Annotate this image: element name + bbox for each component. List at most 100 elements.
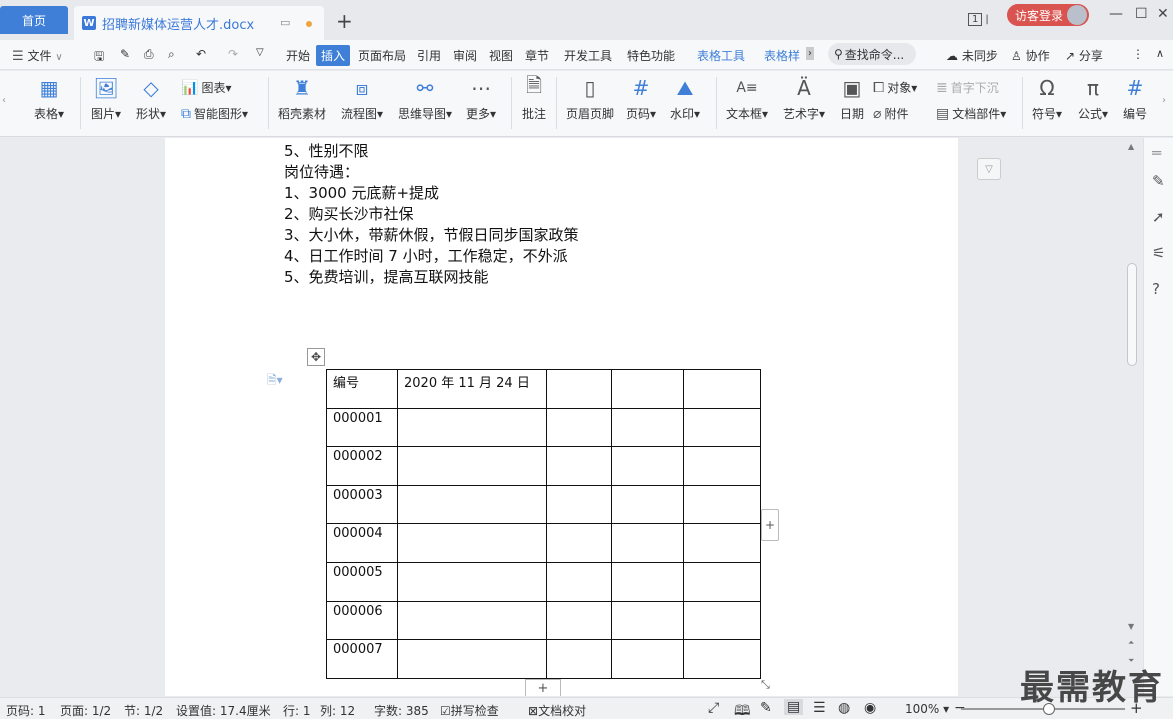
panel-handle-icon[interactable]: ═	[1152, 144, 1161, 162]
attachment-button[interactable]: ⌀ 附件	[873, 105, 908, 122]
table-cell[interactable]: 000004	[326, 523, 398, 563]
numbering-button[interactable]: # 编号	[1122, 75, 1148, 122]
object-button[interactable]: ⧠ 对象 ▾	[873, 79, 917, 96]
menu-developer[interactable]: 开发工具	[564, 47, 612, 64]
table-cell[interactable]	[683, 446, 761, 486]
eye-protection-icon[interactable]: ◉	[864, 700, 876, 716]
close-button[interactable]: ✕	[1157, 6, 1169, 22]
format-painter-icon[interactable]: ✎	[120, 47, 130, 61]
collaborate-button[interactable]: ♙ 协作	[1011, 47, 1050, 64]
table-cell[interactable]	[397, 446, 547, 486]
mindmap-button[interactable]: ⚯ 思维导图▾	[398, 75, 452, 122]
table-cell[interactable]	[683, 523, 761, 563]
collapse-panel-icon[interactable]: ▽	[977, 158, 1001, 180]
collapse-ribbon-icon[interactable]: ∧	[1156, 47, 1164, 60]
insert-shape-button[interactable]: ◇ 形状▾	[136, 75, 166, 122]
table-cell[interactable]	[397, 407, 547, 448]
table-cell[interactable]	[683, 484, 761, 525]
daoke-material-button[interactable]: ♜ 稻壳素材	[278, 75, 326, 122]
symbol-button[interactable]: Ω 符号▾	[1032, 75, 1062, 122]
table-cell[interactable]	[397, 639, 547, 679]
smart-graphic-button[interactable]: ⧉ 智能图形 ▾	[181, 105, 248, 122]
undo-icon[interactable]: ↶	[196, 47, 206, 61]
status-word-count[interactable]: 字数: 385	[374, 702, 429, 719]
file-menu[interactable]: ☰ 文件 ∨	[12, 47, 63, 64]
table-cell[interactable]	[397, 600, 547, 641]
insert-chart-button[interactable]: 📊 图表 ▾	[181, 79, 231, 96]
fullscreen-icon[interactable]: ⤢	[708, 700, 719, 716]
menu-start[interactable]: 开始	[286, 47, 310, 64]
table-cell[interactable]	[611, 407, 684, 448]
sync-status[interactable]: ☁ 未同步	[946, 47, 998, 64]
vertical-scrollbar[interactable]: ▲ ▼ ⏶ ⏷	[1125, 138, 1139, 696]
table-cell[interactable]	[397, 523, 547, 563]
adjust-sliders-icon[interactable]: ⚟	[1152, 244, 1165, 262]
table-cell[interactable]	[546, 561, 612, 602]
document-page[interactable]: 5、性别不限 岗位待遇： 1、3000 元底薪+提成 2、购买长沙市社保 3、大…	[165, 138, 958, 696]
status-page[interactable]: 页码: 1	[6, 702, 46, 719]
zoom-level[interactable]: 100% ▾	[905, 702, 949, 716]
insert-picture-button[interactable]: 🖼 图片▾	[91, 75, 121, 122]
paragraph-options-icon[interactable]: 🗎▾	[267, 371, 283, 392]
dropcap-button[interactable]: ≣ 首字下沉	[936, 79, 999, 96]
status-pages[interactable]: 页面: 1/2	[60, 702, 111, 719]
page-count-badge[interactable]: 1 |	[968, 6, 992, 32]
quick-access-dropdown-icon[interactable]: ▽	[256, 47, 264, 58]
table-cell[interactable]	[546, 600, 612, 641]
read-mode-icon[interactable]: 🕮	[734, 700, 751, 719]
table-cell[interactable]	[611, 484, 684, 525]
comment-button[interactable]: 🗎 批注	[521, 73, 547, 122]
outline-view-icon[interactable]: ☰	[813, 700, 826, 716]
table-cell[interactable]: 000005	[326, 561, 398, 602]
table-cell[interactable]	[546, 407, 612, 448]
monitor-icon[interactable]: ▭	[280, 16, 290, 29]
more-tabs-arrow-icon[interactable]: ›	[806, 47, 814, 60]
scroll-down-icon[interactable]: ▼	[1128, 622, 1134, 631]
table-cell[interactable]	[546, 523, 612, 563]
table-cell[interactable]	[683, 600, 761, 641]
more-button[interactable]: ⋯ 更多▾	[466, 75, 496, 122]
table-cell[interactable]	[611, 639, 684, 679]
table-cell[interactable]	[611, 523, 684, 563]
add-column-button[interactable]: +	[761, 509, 779, 541]
doc-proofread-button[interactable]: ⊠文档校对	[528, 702, 586, 719]
visitor-login-button[interactable]: 访客登录	[1007, 4, 1089, 26]
scroll-thumb[interactable]	[1127, 263, 1137, 366]
table-cell[interactable]: 000001	[326, 407, 398, 448]
table-cell[interactable]: 编号	[326, 369, 398, 409]
minimize-button[interactable]: —	[1109, 6, 1123, 22]
scroll-up-icon[interactable]: ▲	[1128, 142, 1134, 151]
more-options-icon[interactable]: ⋮	[1132, 47, 1144, 61]
write-mode-icon[interactable]: ✎	[760, 700, 772, 716]
wordart-button[interactable]: Ä 艺术字▾	[783, 75, 825, 122]
status-row[interactable]: 行: 1	[283, 702, 311, 719]
formula-button[interactable]: π 公式▾	[1078, 75, 1108, 122]
ribbon-scroll-left-icon[interactable]: ‹	[2, 95, 6, 106]
table-cell[interactable]	[683, 561, 761, 602]
web-view-icon[interactable]: ◍	[838, 700, 850, 716]
table-cell[interactable]	[611, 369, 684, 409]
table-cell[interactable]	[546, 446, 612, 486]
status-section[interactable]: 节: 1/2	[124, 702, 163, 719]
home-tab[interactable]: 首页	[0, 6, 68, 34]
table-cell[interactable]	[546, 369, 612, 409]
page-number-button[interactable]: # 页码▾	[626, 75, 656, 122]
share-button[interactable]: ↗ 分享	[1065, 47, 1103, 64]
table-cell[interactable]: 000007	[326, 639, 398, 679]
table-cell[interactable]	[683, 369, 761, 409]
menu-table-tools[interactable]: 表格工具	[697, 47, 745, 64]
table-cell[interactable]	[546, 639, 612, 679]
table-cell[interactable]: 000002	[326, 446, 398, 486]
menu-references[interactable]: 引用	[417, 47, 441, 64]
table-cell[interactable]	[397, 484, 547, 525]
ribbon-scroll-right-icon[interactable]: ›	[1162, 95, 1166, 106]
date-button[interactable]: ▣ 日期	[839, 75, 865, 122]
table-cell[interactable]	[611, 561, 684, 602]
help-icon[interactable]: ?	[1152, 280, 1160, 298]
flowchart-button[interactable]: ⧈ 流程图▾	[341, 75, 383, 122]
table-cell[interactable]	[397, 561, 547, 602]
print-preview-icon[interactable]: ⌕	[168, 47, 175, 62]
select-cursor-icon[interactable]: ➚	[1152, 208, 1165, 226]
page-view-icon[interactable]: ▤	[784, 699, 804, 715]
status-setting[interactable]: 设置值: 17.4厘米	[176, 702, 271, 719]
